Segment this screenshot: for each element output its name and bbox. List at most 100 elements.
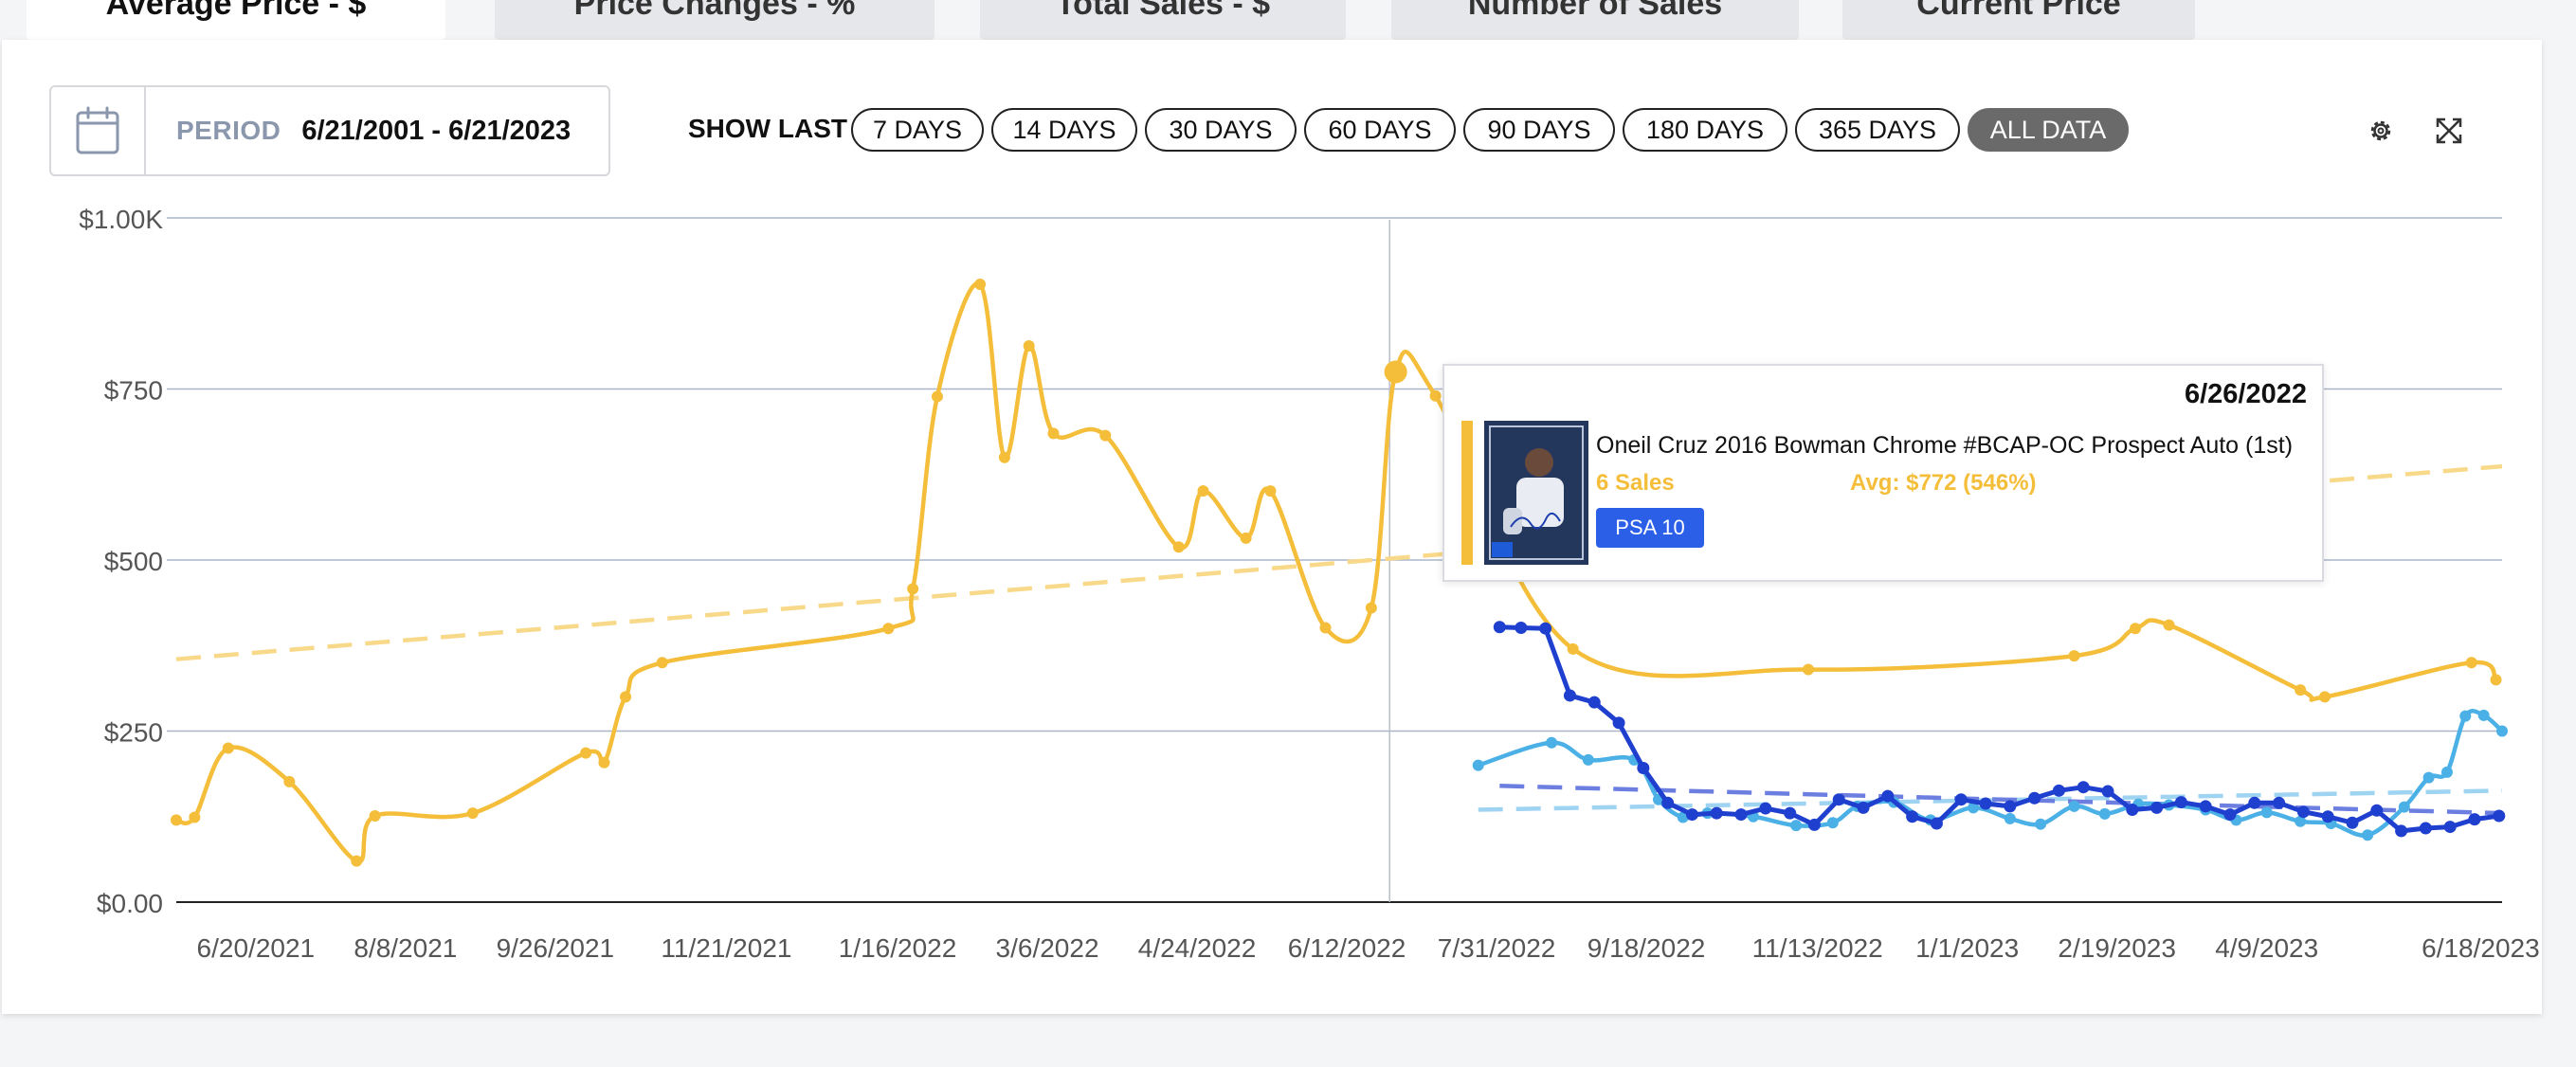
card-thumbnail [1484,421,1588,565]
data-point [2490,674,2502,686]
data-point [351,855,363,867]
data-point [2004,812,2016,824]
data-point [222,742,234,754]
chart-tooltip: 6/26/2022 Oneil Cruz 2016 Bowman Chrome … [1442,364,2324,582]
data-point [1807,818,1821,831]
data-point [2395,824,2408,838]
data-point [1197,485,1209,497]
data-point [1587,696,1601,709]
data-point [1047,427,1060,440]
y-tick-label: $500 [104,547,163,576]
data-point [1826,817,1839,829]
data-point [1759,802,1772,815]
data-point [882,623,895,635]
y-tick-label: $0.00 [97,889,163,918]
data-point [1493,621,1506,634]
data-point [1832,793,1845,806]
data-point [1612,716,1625,730]
data-point [1240,532,1252,544]
x-tick-label: 4/24/2022 [1138,933,1257,963]
trendline [1499,784,2503,816]
data-point [2296,805,2310,819]
x-tick-label: 9/18/2022 [1587,933,1706,963]
y-tick-label: $750 [104,376,163,406]
x-tick-label: 11/13/2022 [1752,933,1883,963]
data-point [2028,791,2041,805]
x-tick-label: 7/31/2022 [1438,933,1556,963]
data-point [1685,808,1698,822]
data-point [2101,785,2114,798]
series-line [1476,709,2505,838]
data-point [2398,801,2410,813]
data-point [931,390,943,403]
hover-point [1384,360,1407,384]
data-point [2004,800,2017,813]
data-point [1264,485,1277,497]
x-tick-label: 6/18/2023 [2422,933,2540,963]
data-point [2295,684,2307,696]
data-point [2422,771,2435,784]
data-point [1710,806,1723,820]
data-point [1546,736,1558,749]
x-tick-label: 3/6/2022 [996,933,1099,963]
data-point [1979,797,1992,810]
data-point [2346,816,2359,829]
data-point [1637,761,1650,774]
data-point [580,747,592,759]
grade-badge: PSA 10 [1596,508,1704,548]
data-point [1365,602,1377,614]
x-tick-label: 9/26/2021 [497,933,615,963]
data-point [1567,642,1579,655]
data-point [1429,389,1442,402]
x-tick-label: 2/19/2023 [2058,933,2176,963]
data-point [1802,663,1814,676]
data-point [1172,541,1185,553]
x-tick-label: 1/16/2022 [839,933,957,963]
data-point [2126,804,2139,817]
data-point [1515,621,1528,634]
x-tick-label: 4/9/2023 [2215,933,2318,963]
data-point [1930,817,1943,830]
data-point [2273,796,2286,809]
data-point [1790,820,1803,832]
data-point [2318,691,2331,703]
data-point [974,279,987,291]
data-point [2077,781,2090,794]
data-point [2419,822,2432,835]
data-point [2370,804,2384,817]
data-point [2321,810,2334,823]
tooltip-sales: 6 Sales [1596,470,1675,496]
data-point [1539,622,1552,635]
data-point [466,807,479,820]
data-point [1857,801,1870,814]
data-point [2052,784,2065,797]
data-point [189,811,201,823]
data-point [2440,766,2453,778]
data-point [1099,429,1112,442]
data-point [1582,753,1594,766]
x-tick-label: 6/12/2022 [1288,933,1406,963]
data-point [2362,829,2374,841]
data-point [2163,619,2175,631]
data-point [2223,808,2237,822]
data-point [1954,793,1968,806]
data-point [2174,796,2187,809]
data-point [1784,806,1797,820]
data-point [1563,689,1576,702]
x-tick-label: 1/1/2023 [1915,933,2019,963]
data-point [369,810,381,823]
data-point [2496,725,2508,737]
data-point [1881,789,1895,803]
data-point [2035,818,2047,830]
data-point [907,583,919,595]
data-point [2248,796,2261,809]
data-point [283,775,296,787]
data-point [2130,623,2142,635]
data-point [2068,800,2080,812]
data-point [2260,806,2273,819]
data-point [1319,622,1332,634]
x-tick-label: 11/21/2021 [661,933,791,963]
data-point [1023,340,1035,353]
data-point [2459,710,2472,722]
tooltip-date: 6/26/2022 [2184,379,2307,409]
